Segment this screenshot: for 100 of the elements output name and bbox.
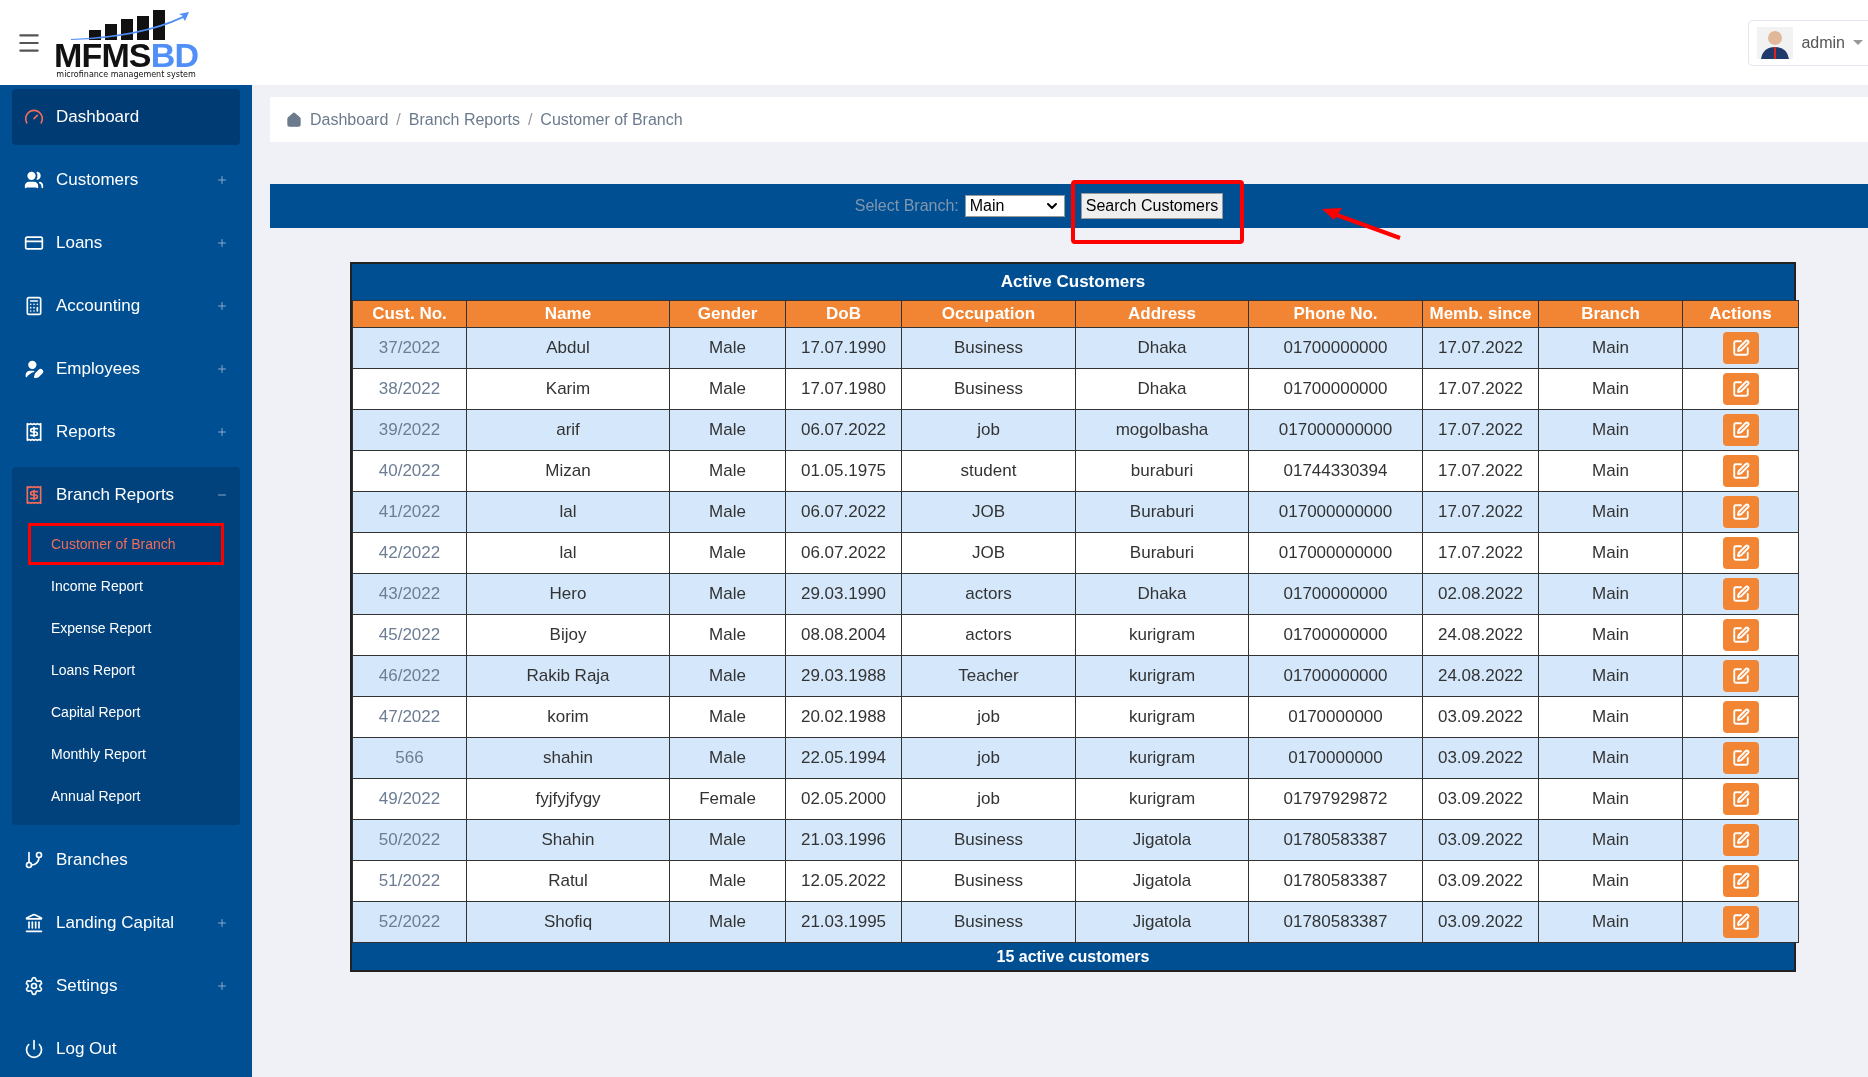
table-cell: 0170000000: [1248, 737, 1423, 779]
table-cell: fyjfyjfygy: [466, 778, 670, 820]
logo-title: MFMSBD: [54, 39, 199, 70]
branch-select[interactable]: Main: [964, 195, 1065, 217]
table-cell: Main: [1538, 737, 1683, 779]
edit-button[interactable]: [1722, 742, 1759, 774]
breadcrumb-separator: /: [396, 109, 401, 130]
edit-button[interactable]: [1722, 414, 1759, 446]
users-icon: [24, 170, 44, 190]
sidebar-item[interactable]: Loans: [12, 215, 240, 271]
sidebar-item[interactable]: Branch Reports: [12, 467, 240, 523]
table-cell: 01700000000: [1248, 655, 1423, 697]
table-cell: job: [901, 696, 1076, 738]
edit-icon: [1731, 913, 1750, 931]
table-cell: Male: [669, 860, 786, 902]
table-cell: 12.05.2022: [785, 860, 902, 902]
submenu-item[interactable]: Capital Report: [28, 691, 224, 733]
table-cell: Male: [669, 819, 786, 861]
expand-icon[interactable]: [216, 917, 228, 929]
submenu-item[interactable]: Monthly Report: [28, 733, 224, 775]
edit-icon: [1731, 380, 1750, 398]
table-cell: Shahin: [466, 819, 670, 861]
expand-icon[interactable]: [216, 426, 228, 438]
avatar-icon: [1757, 26, 1794, 59]
sidebar-item[interactable]: Reports: [12, 404, 240, 460]
table-cell: 03.09.2022: [1422, 737, 1539, 779]
table-cell: 01.05.1975: [785, 450, 902, 492]
edit-button[interactable]: [1722, 660, 1759, 692]
sidebar-item[interactable]: Employees: [12, 341, 240, 397]
edit-button[interactable]: [1722, 578, 1759, 610]
expand-icon[interactable]: [216, 237, 228, 249]
edit-button[interactable]: [1722, 701, 1759, 733]
column-header: Occupation: [901, 300, 1076, 328]
expand-icon[interactable]: [216, 174, 228, 186]
table-cell: job: [901, 778, 1076, 820]
table-cell: Jigatola: [1075, 860, 1249, 902]
table-cell: 17.07.2022: [1422, 491, 1539, 533]
search-customers-button[interactable]: Search Customers: [1080, 193, 1224, 219]
submenu-item[interactable]: Annual Report: [28, 775, 224, 817]
sidebar-item[interactable]: Customers: [12, 152, 240, 208]
edit-icon: [1731, 339, 1750, 357]
logo-subtitle: microfinance management system: [56, 69, 196, 80]
column-header: Phone No.: [1248, 300, 1423, 328]
table-cell: Male: [669, 327, 786, 369]
sidebar-item[interactable]: Accounting: [12, 278, 240, 334]
table-cell: 42/2022: [352, 532, 467, 574]
submenu-item[interactable]: Expense Report: [28, 607, 224, 649]
table-cell: actors: [901, 573, 1076, 615]
sidebar-item[interactable]: Log Out: [12, 1021, 240, 1077]
edit-button[interactable]: [1722, 906, 1759, 938]
edit-button[interactable]: [1722, 865, 1759, 897]
breadcrumb-link[interactable]: Dashboard: [310, 107, 389, 132]
edit-icon: [1731, 626, 1750, 644]
branch-icon: [24, 850, 44, 870]
table-cell: Dhaka: [1075, 368, 1249, 410]
sidebar-item[interactable]: Dashboard: [12, 89, 240, 145]
sidebar-item[interactable]: Branches: [12, 832, 240, 888]
submenu-item[interactable]: Loans Report: [28, 649, 224, 691]
edit-icon: [1731, 708, 1750, 726]
table-cell: 50/2022: [352, 819, 467, 861]
table-cell: Male: [669, 368, 786, 410]
expand-icon[interactable]: [216, 300, 228, 312]
edit-button[interactable]: [1722, 824, 1759, 856]
table-cell: Teacher: [901, 655, 1076, 697]
submenu-item[interactable]: Customer of Branch: [28, 523, 224, 565]
table-cell: 02.08.2022: [1422, 573, 1539, 615]
table-cell: Mizan: [466, 450, 670, 492]
expand-icon[interactable]: [216, 980, 228, 992]
expand-icon[interactable]: [216, 363, 228, 375]
table-cell: Ratul: [466, 860, 670, 902]
table-cell: 45/2022: [352, 614, 467, 656]
table-cell: 38/2022: [352, 368, 467, 410]
edit-button[interactable]: [1722, 496, 1759, 528]
table-cell: Main: [1538, 901, 1683, 943]
sidebar-item[interactable]: Landing Capital: [12, 895, 240, 951]
table-cell: kurigram: [1075, 778, 1249, 820]
table-cell: JOB: [901, 532, 1076, 574]
edit-button[interactable]: [1722, 455, 1759, 487]
table-cell: Dhaka: [1075, 573, 1249, 615]
user-menu[interactable]: admin: [1748, 19, 1868, 66]
table-cell: Karim: [466, 368, 670, 410]
table-cell: kurigram: [1075, 614, 1249, 656]
table-cell: 43/2022: [352, 573, 467, 615]
table-cell: kurigram: [1075, 737, 1249, 779]
edit-button[interactable]: [1722, 783, 1759, 815]
edit-button[interactable]: [1722, 373, 1759, 405]
edit-button[interactable]: [1722, 537, 1759, 569]
table-cell: 51/2022: [352, 860, 467, 902]
user-pen-icon: [24, 359, 44, 379]
breadcrumb-link[interactable]: Branch Reports: [408, 107, 520, 132]
table-cell: 17.07.2022: [1422, 327, 1539, 369]
edit-button[interactable]: [1722, 332, 1759, 364]
receipt-icon: [24, 422, 44, 442]
table-cell: 21.03.1995: [785, 901, 902, 943]
table-cell: 29.03.1988: [785, 655, 902, 697]
edit-icon: [1731, 503, 1750, 521]
edit-button[interactable]: [1722, 619, 1759, 651]
sidebar-item[interactable]: Settings: [12, 958, 240, 1014]
submenu-item[interactable]: Income Report: [28, 565, 224, 607]
table-cell: Male: [669, 696, 786, 738]
